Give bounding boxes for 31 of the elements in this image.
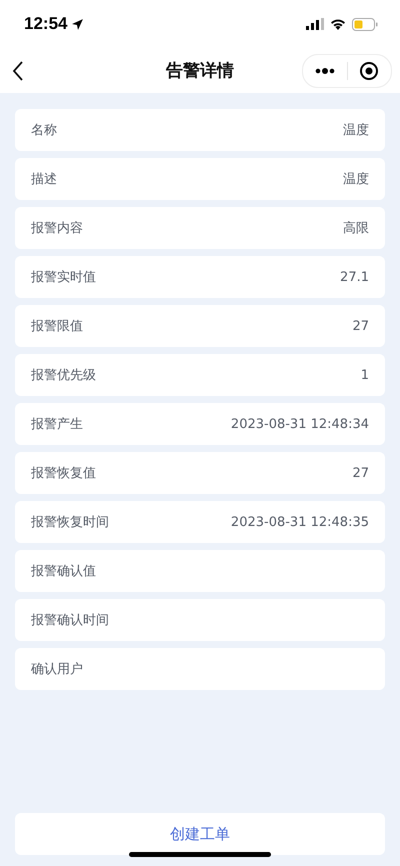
wifi-icon (330, 18, 346, 30)
field-label: 报警产生 (31, 416, 83, 433)
field-value: 2023-08-31 12:48:34 (230, 416, 369, 432)
field-label: 报警确认值 (31, 563, 96, 580)
location-arrow-icon (71, 18, 84, 30)
field-label: 报警内容 (31, 220, 83, 237)
field-value: 高限 (343, 220, 369, 237)
field-label: 报警确认时间 (31, 612, 109, 629)
target-circle-icon (359, 60, 380, 80)
field-value: 27 (352, 318, 369, 334)
field-label: 报警恢复值 (31, 465, 96, 482)
more-dots-icon (314, 68, 335, 74)
field-value: 1 (360, 368, 369, 382)
field-label: 名称 (31, 122, 57, 139)
field-value: 温度 (343, 122, 369, 139)
field-value: 温度 (343, 171, 369, 188)
back-icon[interactable] (12, 60, 24, 80)
signal-icon (306, 18, 324, 30)
field-label: 描述 (31, 171, 57, 188)
field-label: 确认用户 (31, 661, 83, 678)
field-value: 27.1 (340, 270, 369, 284)
field-value: 2023-08-31 12:48:35 (230, 514, 369, 530)
create-work-order-button[interactable]: 创建工单 (15, 813, 385, 855)
status-time: 12:54 (24, 14, 68, 34)
field-label: 报警优先级 (31, 367, 96, 384)
page-title: 告警详情 (166, 60, 234, 82)
field-value: 27 (352, 466, 369, 480)
field-label: 报警限值 (31, 318, 83, 335)
battery-icon (352, 18, 378, 30)
field-label: 报警恢复时间 (31, 514, 109, 531)
field-label: 报警实时值 (31, 269, 96, 286)
